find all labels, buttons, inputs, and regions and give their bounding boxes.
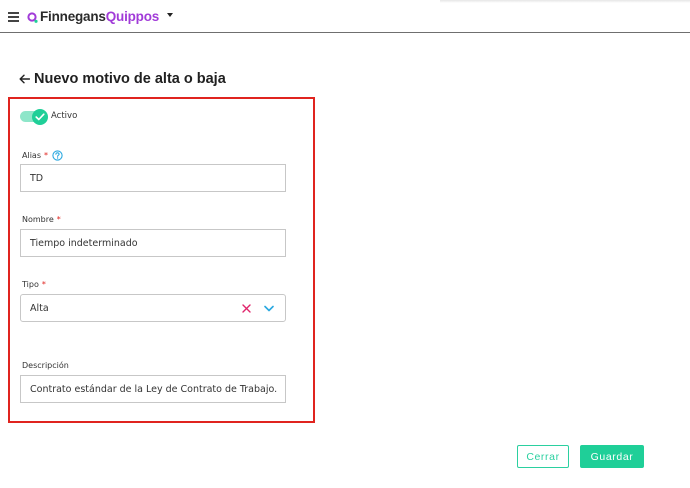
app-name-secondary: Quippos <box>105 9 160 24</box>
descripcion-label: Descripción <box>22 361 69 370</box>
page-title: Nuevo motivo de alta o baja <box>34 71 226 87</box>
caret-down-icon[interactable] <box>167 13 173 17</box>
required-marker: * <box>44 151 48 160</box>
alias-label: Alias <box>22 151 41 160</box>
nombre-value: Tiempo indeterminado <box>30 237 138 249</box>
nombre-label: Nombre <box>22 215 54 224</box>
tipo-selected-value: Alta <box>30 302 49 314</box>
descripcion-label-group: Descripción <box>22 361 69 370</box>
active-toggle[interactable] <box>20 109 48 125</box>
alias-label-group: Alias * <box>22 150 63 161</box>
tipo-label-group: Tipo * <box>22 280 46 289</box>
menu-icon[interactable] <box>8 12 19 22</box>
alias-input[interactable]: TD <box>20 164 286 192</box>
page-header: Nuevo motivo de alta o baja <box>19 69 226 89</box>
nombre-input[interactable]: Tiempo indeterminado <box>20 229 286 257</box>
required-marker: * <box>56 215 61 224</box>
app-logo[interactable]: FinnegansQuippos <box>27 9 159 25</box>
chevron-down-icon[interactable] <box>264 305 274 312</box>
guardar-button[interactable]: Guardar <box>580 445 644 468</box>
help-icon[interactable] <box>52 150 63 161</box>
tipo-select[interactable]: Alta <box>20 294 286 322</box>
clear-icon[interactable] <box>242 304 251 313</box>
descripcion-input[interactable]: Contrato estándar de la Ley de Contrato … <box>20 375 286 403</box>
top-bar: FinnegansQuippos <box>0 0 690 33</box>
nombre-label-group: Nombre * <box>22 215 61 224</box>
app-name-primary: Finnegans <box>40 9 106 24</box>
toggle-knob <box>32 109 48 125</box>
logo-icon <box>27 11 38 23</box>
active-toggle-label: Activo <box>51 111 78 121</box>
descripcion-value: Contrato estándar de la Ley de Contrato … <box>30 383 278 395</box>
tipo-label: Tipo <box>22 280 39 289</box>
required-marker: * <box>41 280 46 289</box>
alias-value: TD <box>30 172 44 184</box>
cerrar-button[interactable]: Cerrar <box>517 445 569 468</box>
top-bar-shadow <box>440 0 690 3</box>
back-arrow-icon[interactable] <box>19 74 30 84</box>
check-icon <box>35 113 45 121</box>
